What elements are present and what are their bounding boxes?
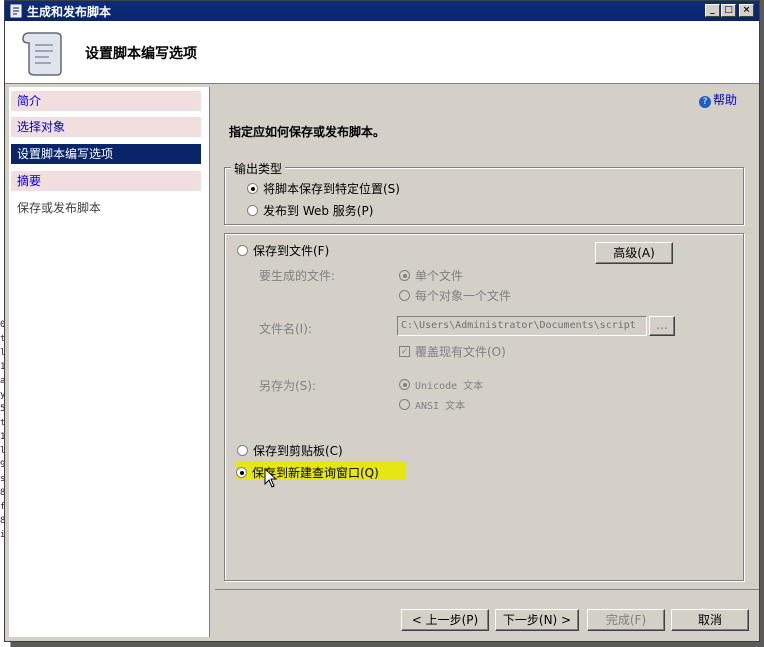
nav-item-choose-objects[interactable]: 选择对象: [11, 117, 201, 137]
radio-indicator: [237, 245, 248, 256]
checkmark-icon: ✓: [399, 346, 410, 357]
wizard-header: 设置脚本编写选项: [5, 21, 759, 84]
output-type-legend: 输出类型: [231, 160, 286, 177]
overwrite-checkbox[interactable]: ✓ 覆盖现有文件(O): [399, 343, 506, 360]
finish-button[interactable]: 完成(F): [587, 609, 665, 631]
nav-item-save-publish: 保存或发布脚本: [17, 201, 102, 215]
filename-label: 文件名(I):: [259, 322, 312, 336]
radio-indicator: [237, 445, 248, 456]
save-to-file-radio[interactable]: 保存到文件(F): [237, 242, 329, 259]
output-type-group: 输出类型 将脚本保存到特定位置(S) 发布到 Web 服务(P): [224, 160, 744, 225]
radio-indicator: [247, 183, 258, 194]
radio-indicator: [399, 270, 410, 281]
window-title: 生成和发布脚本: [27, 5, 112, 19]
save-to-location-radio[interactable]: 将脚本保存到特定位置(S): [247, 180, 400, 197]
footer-separator: [215, 589, 759, 590]
help-icon: ?: [699, 96, 711, 108]
cancel-button[interactable]: 取消: [671, 609, 749, 631]
next-button[interactable]: 下一步(N) >: [495, 609, 579, 631]
radio-indicator: [399, 379, 410, 390]
minimize-button[interactable]: _: [705, 4, 720, 17]
nav-item-summary[interactable]: 摘要: [11, 171, 201, 191]
close-button[interactable]: ×: [739, 4, 754, 17]
single-file-radio[interactable]: 单个文件: [399, 267, 463, 284]
save-location-group: 保存到文件(F) 高级(A) 要生成的文件: 单个文件 每个对象一个文件 文件名…: [224, 233, 744, 581]
nav-item-intro[interactable]: 简介: [11, 91, 201, 111]
instructions: 指定应如何保存或发布脚本。: [229, 125, 386, 139]
nav-item-scripting-options[interactable]: 设置脚本编写选项: [11, 144, 201, 164]
dialog-window: 生成和发布脚本 _ □ × 设置脚本编写选项 简介 选择对象 设置脚本编写选项 …: [4, 0, 760, 642]
help-link[interactable]: ? 帮助: [699, 91, 737, 108]
files-to-generate-label: 要生成的文件:: [259, 269, 336, 283]
publish-web-service-radio[interactable]: 发布到 Web 服务(P): [247, 202, 373, 219]
save-to-clipboard-radio[interactable]: 保存到剪贴板(C): [237, 442, 343, 459]
ansi-text-radio[interactable]: ANSI 文本: [399, 397, 465, 412]
title-bar[interactable]: 生成和发布脚本 _ □ ×: [5, 1, 759, 21]
browse-button[interactable]: ...: [649, 316, 675, 336]
mouse-pointer-icon: [264, 468, 278, 488]
save-as-label: 另存为(S):: [259, 379, 317, 393]
radio-indicator: [399, 399, 410, 410]
maximize-button[interactable]: □: [721, 4, 736, 17]
filename-input[interactable]: C:\Users\Administrator\Documents\script: [397, 316, 647, 336]
page-title: 设置脚本编写选项: [85, 46, 197, 62]
radio-indicator: [399, 290, 410, 301]
wizard-nav: 简介 选择对象 设置脚本编写选项 摘要 保存或发布脚本: [9, 87, 210, 637]
file-per-object-radio[interactable]: 每个对象一个文件: [399, 287, 511, 304]
radio-indicator: [236, 467, 247, 478]
radio-indicator: [247, 205, 258, 216]
scroll-icon: [22, 32, 62, 76]
advanced-button[interactable]: 高级(A): [595, 242, 673, 264]
previous-button[interactable]: < 上一步(P): [401, 609, 489, 631]
unicode-text-radio[interactable]: Unicode 文本: [399, 377, 483, 392]
save-to-new-query-window-radio[interactable]: 保存到新建查询窗口(Q): [236, 464, 379, 481]
script-wizard-icon: [10, 4, 22, 18]
